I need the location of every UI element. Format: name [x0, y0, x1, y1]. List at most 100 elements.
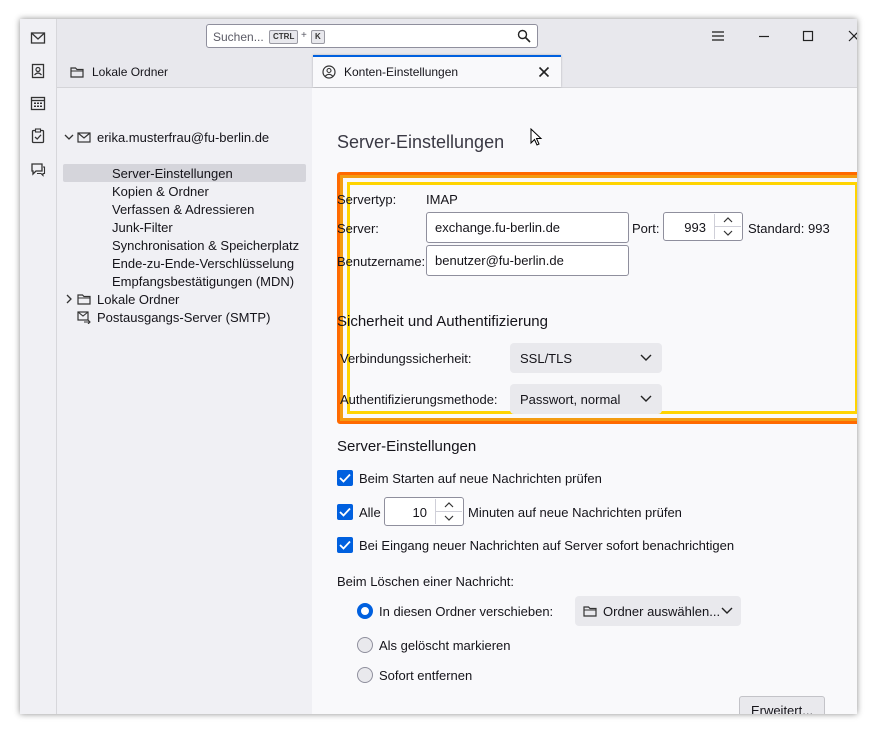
notify-immediately-checkbox[interactable] [337, 537, 353, 553]
port-value: 993 [684, 220, 706, 235]
search-placeholder: Suchen... [213, 30, 264, 44]
check-every-checkbox[interactable] [337, 504, 353, 520]
folder-select-value: Ordner auswählen... [603, 603, 721, 619]
tree-item-sync[interactable]: Synchronisation & Speicherplatz [63, 236, 306, 254]
tree-item-composition[interactable]: Verfassen & Adressieren [63, 200, 306, 218]
auth-method-select[interactable]: Passwort, normal [510, 384, 662, 414]
calendar-icon[interactable] [27, 92, 49, 114]
chevron-down-icon[interactable] [63, 131, 75, 143]
search-input[interactable]: Suchen... CTRL + K [206, 24, 538, 48]
shortcut-plus: + [301, 30, 307, 41]
minimize-icon [759, 35, 769, 38]
port-stepper[interactable]: 993 [663, 212, 743, 241]
search-icon [517, 29, 531, 43]
check-every-suffix: Minuten auf neue Nachrichten prüfen [468, 505, 682, 520]
port-label: Port: [632, 221, 660, 236]
settings-content: Server-Einstellungen Servertyp: IMAP Ser… [312, 88, 857, 714]
tab-bar: Lokale Ordner Konten-Einstellungen [57, 53, 857, 88]
app-window: Suchen... CTRL + K Lokale Ordner Konten-… [20, 19, 857, 714]
chat-icon[interactable] [27, 158, 49, 180]
check-on-start-label[interactable]: Beim Starten auf neue Nachrichten prüfen [359, 471, 602, 486]
close-icon [848, 30, 857, 42]
mail-account-icon [77, 132, 91, 143]
server-field[interactable]: exchange.fu-berlin.de [426, 212, 629, 243]
check-on-start-checkbox[interactable] [337, 470, 353, 486]
spaces-toolbar [20, 19, 57, 714]
shortcut-ctrl: CTRL [269, 30, 299, 44]
radio-mark-label[interactable]: Als gelöscht markieren [379, 638, 511, 653]
tree-item-label: Kopien & Ordner [112, 183, 209, 199]
app-menu-button[interactable] [707, 25, 729, 47]
tab-close-icon[interactable] [537, 65, 551, 79]
mail-icon[interactable] [27, 27, 49, 49]
tree-item-label: Lokale Ordner [97, 291, 180, 307]
tree-local-folders[interactable]: Lokale Ordner [63, 290, 306, 308]
tree-smtp[interactable]: Postausgangs-Server (SMTP) [63, 308, 306, 326]
account-tree: erika.musterfrau@fu-berlin.de Server-Ein… [57, 88, 312, 714]
tab-account-settings[interactable]: Konten-Einstellungen [313, 55, 561, 87]
outgoing-server-icon [77, 311, 91, 324]
spin-up-icon[interactable] [715, 214, 741, 226]
unified-toolbar: Suchen... CTRL + K [57, 19, 857, 53]
tree-item-copies-folders[interactable]: Kopien & Ordner [63, 182, 306, 200]
spin-up-icon[interactable] [436, 499, 462, 511]
radio-mark-deleted[interactable] [357, 637, 373, 653]
conn-security-select[interactable]: SSL/TLS [510, 343, 662, 373]
radio-remove-label[interactable]: Sofort entfernen [379, 668, 472, 683]
security-heading: Sicherheit und Authentifizierung [337, 313, 548, 330]
checkmark-icon [339, 507, 351, 517]
tasks-icon[interactable] [27, 125, 49, 147]
checkmark-icon [339, 473, 351, 483]
chevron-down-icon [640, 354, 652, 361]
tree-item-label: Ende-zu-Ende-Verschlüsselung [112, 255, 295, 271]
address-book-icon[interactable] [27, 60, 49, 82]
account-settings-icon [322, 65, 336, 79]
maximize-button[interactable] [797, 25, 819, 47]
account-name: erika.musterfrau@fu-berlin.de [97, 129, 270, 145]
close-window-button[interactable] [843, 25, 857, 47]
checkmark-icon [339, 540, 351, 550]
tree-item-label: Server-Einstellungen [112, 165, 233, 181]
chevron-right-icon[interactable] [63, 293, 75, 305]
minimize-button[interactable] [753, 25, 775, 47]
conn-security-label: Verbindungssicherheit: [340, 351, 472, 366]
radio-remove-immediately[interactable] [357, 667, 373, 683]
notify-immediately-label[interactable]: Bei Eingang neuer Nachrichten auf Server… [359, 538, 734, 553]
server-label: Server: [337, 221, 379, 236]
tree-item-label: Postausgangs-Server (SMTP) [97, 309, 271, 325]
check-every-prefix[interactable]: Alle [359, 505, 381, 520]
chevron-down-icon [721, 607, 733, 614]
spin-down-icon[interactable] [436, 511, 462, 524]
tab-local-folders[interactable]: Lokale Ordner [61, 56, 311, 87]
tree-item-junk[interactable]: Junk-Filter [63, 218, 306, 236]
spin-down-icon[interactable] [715, 226, 741, 239]
tree-account-row[interactable]: erika.musterfrau@fu-berlin.de [63, 128, 306, 146]
auth-method-value: Passwort, normal [520, 391, 621, 407]
tree-item-receipts[interactable]: Empfangsbestätigungen (MDN) [63, 272, 306, 290]
advanced-button[interactable]: Erweitert... [739, 696, 825, 714]
tree-item-label: Junk-Filter [112, 219, 173, 235]
radio-move-to-folder[interactable] [357, 603, 373, 619]
check-interval-stepper[interactable]: 10 [384, 497, 464, 526]
tab-label: Konten-Einstellungen [344, 65, 459, 79]
hamburger-icon [712, 31, 724, 41]
username-field[interactable]: benutzer@fu-berlin.de [426, 245, 629, 276]
chevron-down-icon [640, 395, 652, 402]
server-settings-heading: Server-Einstellungen [337, 438, 477, 455]
server-type-value: IMAP [426, 192, 458, 207]
tree-item-label: Verfassen & Adressieren [112, 201, 255, 217]
port-spin-buttons[interactable] [714, 214, 741, 239]
interval-spin-buttons[interactable] [435, 499, 462, 524]
tab-label: Lokale Ordner [92, 64, 169, 79]
page-title: Server-Einstellungen [337, 132, 505, 152]
delete-label: Beim Löschen einer Nachricht: [337, 574, 515, 589]
auth-method-label: Authentifizierungsmethode: [340, 392, 498, 407]
tree-item-server-settings[interactable]: Server-Einstellungen [63, 164, 306, 182]
radio-move-label[interactable]: In diesen Ordner verschieben: [379, 604, 553, 619]
folder-select[interactable]: Ordner auswählen... [575, 596, 741, 626]
maximize-icon [802, 30, 814, 42]
tree-item-e2e[interactable]: Ende-zu-Ende-Verschlüsselung [63, 254, 306, 272]
folder-icon [77, 294, 91, 305]
folder-icon [583, 606, 597, 617]
conn-security-value: SSL/TLS [520, 350, 573, 366]
